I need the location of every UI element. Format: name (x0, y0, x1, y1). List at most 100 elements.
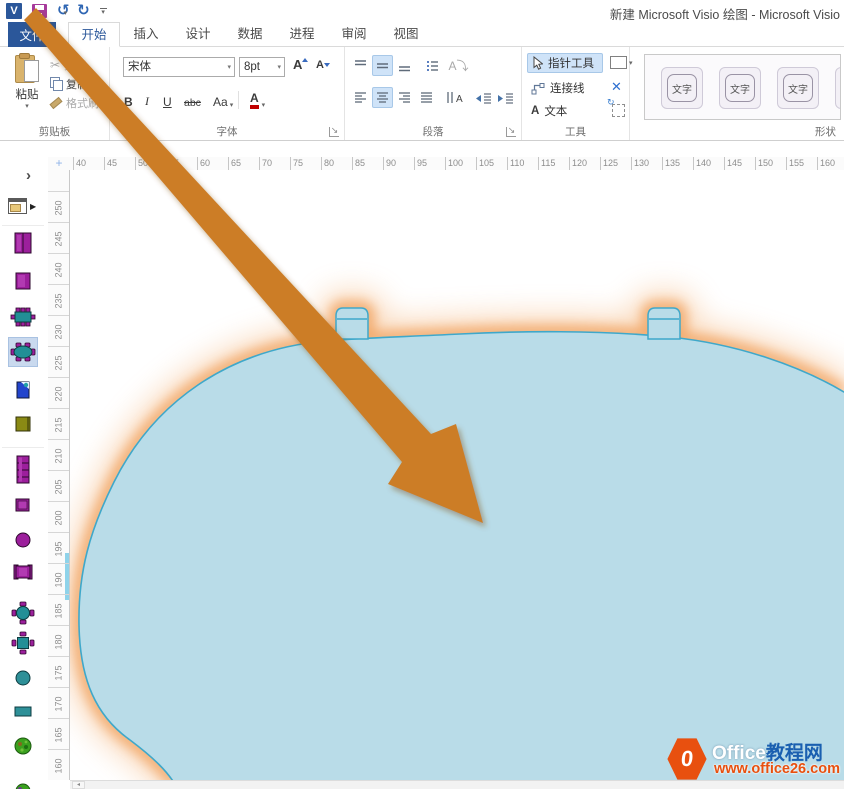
font-dialog-launcher[interactable]: ↘ (329, 127, 339, 137)
underline-button[interactable]: U (163, 89, 172, 109)
shape-gallery-item[interactable]: 文字 (719, 67, 761, 109)
chevron-down-icon[interactable]: ▾ (277, 58, 281, 77)
vertical-text-icon: A (444, 90, 466, 105)
stencil-plant[interactable] (8, 731, 38, 761)
ruler-top-tick: 150 (755, 157, 773, 170)
align-left-button[interactable] (350, 87, 371, 108)
ruler-left-tick: 185 (48, 594, 69, 626)
scroll-left-button[interactable]: ◂ (72, 781, 85, 789)
stencil-round-table-chairs[interactable] (8, 598, 38, 628)
tab-insert[interactable]: 插入 (120, 22, 172, 47)
cut-button[interactable]: ✂ 剪切 (50, 55, 108, 74)
tab-file[interactable]: 文件 (8, 22, 56, 47)
strikethrough-button[interactable]: abc (184, 89, 201, 109)
stencil-bookshelf[interactable] (8, 455, 38, 485)
copy-button[interactable]: 复制 (50, 74, 108, 93)
ruler-left-tick: 190 (48, 563, 69, 595)
text-rotate-button[interactable]: A⤵ (448, 55, 469, 76)
expand-panel-chevron-icon[interactable]: › (26, 167, 31, 184)
drawing-page[interactable]: 0 Office教程网 www.office26.com (70, 170, 844, 780)
save-icon[interactable] (32, 4, 47, 18)
shape-gallery-item[interactable]: 文字 (661, 67, 703, 109)
oval-table-body[interactable] (79, 332, 844, 780)
increase-indent-button[interactable] (495, 87, 516, 108)
stencil-rect-table-chairs[interactable] (8, 302, 38, 332)
quick-access-toolbar: V ↺▾ ↻ ▾ (6, 2, 107, 20)
connector-tool-button[interactable]: 连接线 (527, 78, 589, 98)
window-title: 新建 Microsoft Visio 绘图 - Microsoft Visio (610, 4, 840, 23)
paragraph-dialog-launcher[interactable]: ↘ (506, 127, 516, 137)
shape-gallery-item[interactable]: 文字 (777, 67, 819, 109)
redo-icon[interactable]: ↻ (77, 3, 90, 19)
decrease-indent-button[interactable] (473, 87, 494, 108)
align-top-button[interactable] (350, 55, 371, 76)
ruler-left-tick: 180 (48, 625, 69, 657)
stencil-square-table-chairs[interactable] (8, 628, 38, 658)
stencil-file-cabinet[interactable] (8, 409, 38, 439)
ruler-top-tick: 155 (786, 157, 804, 170)
shapes-gallery[interactable]: 文字文字文字文字 (644, 54, 841, 120)
font-name-combo[interactable]: 宋体▾ (123, 57, 235, 77)
chevron-down-icon[interactable]: ▾ (227, 58, 231, 77)
justify-button[interactable] (416, 87, 437, 108)
bold-button[interactable]: B (124, 89, 133, 109)
tab-process[interactable]: 进程 (276, 22, 328, 47)
tab-home[interactable]: 开始 (68, 22, 120, 47)
watermark: 0 Office教程网 www.office26.com (662, 735, 842, 780)
undo-button[interactable]: ↺▾ (57, 2, 67, 20)
connection-point-tool-icon[interactable]: ✕ (611, 79, 622, 95)
ruler-left-tick: 250 (48, 191, 69, 223)
stencil-door[interactable] (8, 266, 38, 296)
vertical-text-button[interactable]: A (442, 87, 468, 108)
stencil-armchair[interactable] (8, 557, 38, 587)
shrink-font-button[interactable]: A (316, 59, 330, 71)
rotate-tool-icon[interactable] (612, 104, 625, 117)
horizontal-scrollbar[interactable]: ◂ (70, 780, 844, 789)
door-icon (10, 268, 36, 294)
shape-gallery-item-label: 文字 (783, 74, 813, 102)
stencil-teal-circle[interactable] (8, 663, 38, 693)
undo-caret-icon[interactable]: ▾ (64, 10, 68, 17)
change-case-button[interactable]: Aa▾ (213, 89, 233, 109)
font-size-combo[interactable]: 8pt▾ (239, 57, 285, 77)
font-color-button[interactable]: A ▾ (250, 89, 265, 109)
text-tool-button[interactable]: A 文本 (527, 101, 571, 121)
oval-table-shape[interactable] (70, 170, 844, 780)
ruler-top-tick: 130 (631, 157, 649, 170)
ruler-left-tick: 230 (48, 315, 69, 347)
align-center-icon (375, 90, 390, 105)
ruler-left[interactable]: 2502452402352302252202152102052001951901… (48, 170, 70, 780)
tab-view[interactable]: 视图 (380, 22, 432, 47)
tab-design[interactable]: 设计 (172, 22, 224, 47)
tab-data[interactable]: 数据 (224, 22, 276, 47)
pointer-tool-button[interactable]: 指针工具 (527, 53, 603, 73)
teal-rectangle-icon (10, 698, 36, 724)
align-right-button[interactable] (394, 87, 415, 108)
tab-review[interactable]: 审阅 (328, 22, 380, 47)
stencil-water-cooler[interactable] (8, 375, 38, 405)
stencil-play-icon[interactable]: ▶ (30, 202, 36, 211)
ruler-left-tick: 235 (48, 284, 69, 316)
ruler-top[interactable]: 4045505560657075808590951001051101151201… (70, 157, 844, 171)
align-middle-button[interactable] (372, 55, 393, 76)
stencil-cabinet[interactable] (8, 228, 38, 258)
stencil-teal-rectangle[interactable] (8, 696, 38, 726)
stencil-oval-table-chairs[interactable] (8, 337, 38, 367)
grow-font-button[interactable]: A (293, 57, 308, 72)
bullets-button[interactable] (422, 55, 443, 76)
chevron-down-icon[interactable]: ▾ (262, 101, 266, 109)
visio-logo-icon[interactable]: V (6, 3, 22, 19)
stencil-chair[interactable] (8, 490, 38, 520)
oval-table-chairs-icon (10, 339, 36, 365)
format-painter-button[interactable]: 格式刷 (50, 93, 108, 112)
customize-quick-access-icon[interactable]: ▾ (100, 8, 107, 15)
shape-gallery-item[interactable]: 文字 (835, 67, 841, 109)
italic-button[interactable]: I (145, 89, 149, 109)
plant-icon (10, 733, 36, 759)
stencil-round-stool[interactable] (8, 525, 38, 555)
shapes-window-icon[interactable] (8, 198, 27, 214)
paste-button[interactable]: 粘贴 ▾ (8, 53, 46, 119)
align-center-button[interactable] (372, 87, 393, 108)
align-bottom-button[interactable] (394, 55, 415, 76)
stencil-plant-partial[interactable] (8, 781, 38, 789)
